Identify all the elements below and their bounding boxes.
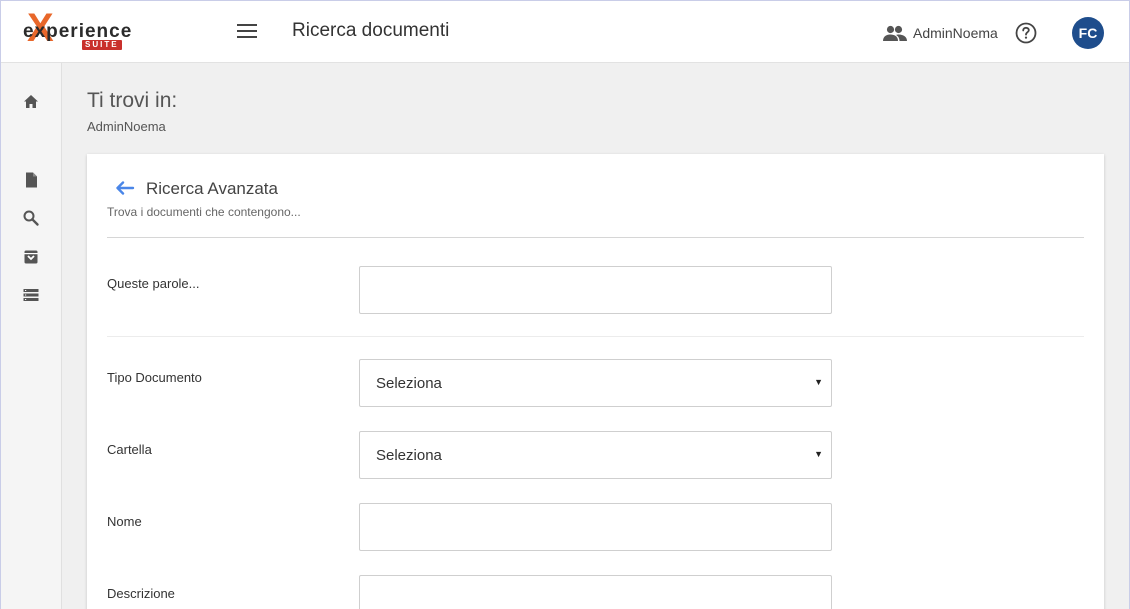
sidebar (1, 63, 62, 609)
home-icon[interactable] (22, 93, 40, 111)
archive-icon[interactable] (22, 248, 40, 266)
name-input[interactable] (359, 503, 832, 551)
user-menu[interactable]: AdminNoema (883, 21, 998, 45)
dropdown-caret-icon: ▼ (814, 449, 823, 459)
avatar[interactable]: FC (1072, 17, 1104, 49)
doc-type-select[interactable]: Seleziona ▼ (359, 359, 832, 407)
description-input[interactable] (359, 575, 832, 609)
page-title: Ricerca documenti (292, 20, 450, 41)
section-subtitle: Trova i documenti che contengono... (107, 205, 301, 219)
advanced-search-card: Ricerca Avanzata Trova i documenti che c… (87, 154, 1104, 609)
document-icon[interactable] (22, 171, 40, 189)
app-window: X experience SUITE Ricerca documenti Adm… (0, 0, 1130, 609)
description-label: Descrizione (107, 586, 175, 601)
top-header: X experience SUITE Ricerca documenti Adm… (1, 1, 1129, 63)
breadcrumb: AdminNoema (87, 119, 166, 134)
logo-suite-badge: SUITE (82, 40, 122, 50)
breadcrumb-title: Ti trovi in: (87, 89, 178, 112)
doc-type-value: Seleziona (376, 375, 442, 392)
doc-type-label: Tipo Documento (107, 370, 202, 385)
folder-value: Seleziona (376, 447, 442, 464)
users-icon (883, 25, 907, 41)
name-label: Nome (107, 514, 142, 529)
back-arrow-icon[interactable] (115, 180, 135, 196)
help-icon[interactable] (1015, 22, 1037, 44)
folder-select[interactable]: Seleziona ▼ (359, 431, 832, 479)
section-title: Ricerca Avanzata (146, 179, 278, 198)
app-logo[interactable]: X experience SUITE (21, 8, 131, 50)
user-name: AdminNoema (913, 25, 998, 41)
section-divider (107, 237, 1084, 238)
folder-label: Cartella (107, 442, 152, 457)
words-label: Queste parole... (107, 276, 200, 291)
search-icon[interactable] (22, 209, 40, 227)
group-divider (107, 336, 1084, 337)
hamburger-menu-icon[interactable] (237, 24, 257, 40)
list-icon[interactable] (22, 286, 40, 304)
words-input[interactable] (359, 266, 832, 314)
dropdown-caret-icon: ▼ (814, 377, 823, 387)
